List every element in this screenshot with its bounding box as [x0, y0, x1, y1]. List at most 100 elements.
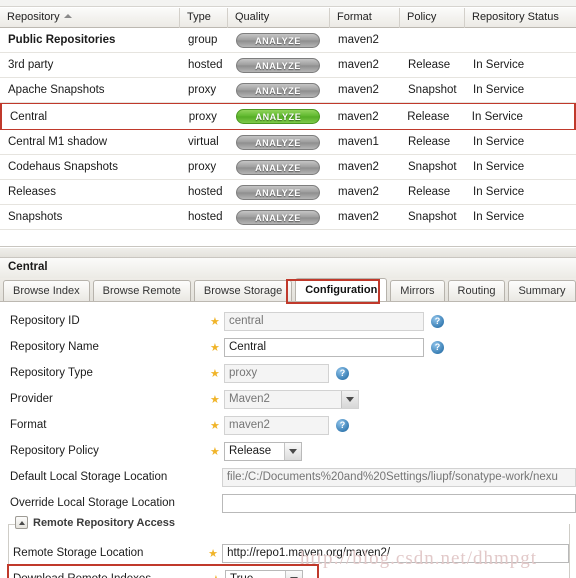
cell-policy: Snapshot	[408, 211, 457, 223]
cell-repository-status: In Service	[473, 161, 525, 173]
repository-type-input[interactable]	[224, 363, 329, 383]
cell-repository-status: In Service	[473, 84, 525, 96]
column-header-format[interactable]: Format	[330, 8, 400, 28]
tab-browse-remote[interactable]: Browse Remote	[92, 280, 191, 301]
cell-policy: Snapshot	[408, 161, 457, 173]
cell-type: hosted	[188, 186, 223, 198]
help-icon[interactable]: ?	[431, 314, 444, 328]
cell-repository-status: In Service	[473, 136, 525, 148]
detail-tabbar: Browse Index Browse Remote Browse Storage C…	[0, 278, 576, 304]
table-row[interactable]: Public Repositories group ANALYZE maven2	[0, 28, 576, 53]
repository-grid-filler	[0, 230, 576, 246]
repository-policy-select[interactable]	[224, 441, 302, 461]
tab-browse-index[interactable]: Browse Index	[3, 280, 90, 301]
cell-format: maven2	[338, 34, 379, 46]
cell-policy: Release	[408, 59, 451, 71]
cell-repository-status: In Service	[473, 59, 525, 71]
label-repository-policy: Repository Policy	[10, 445, 99, 457]
cell-type: proxy	[188, 84, 217, 96]
label-repository-id: Repository ID	[10, 315, 80, 327]
analyze-button[interactable]: ANALYZE	[236, 109, 321, 124]
tab-configuration[interactable]: Configuration	[295, 278, 388, 301]
cell-policy: Release	[408, 186, 451, 198]
override-local-storage-input[interactable]	[221, 493, 576, 513]
required-star-icon: ★	[210, 445, 220, 458]
cell-format: maven2	[337, 110, 379, 123]
analyze-button[interactable]: ANALYZE	[236, 57, 320, 73]
field-row-repository-type: Repository Type ★ ?	[0, 360, 576, 386]
remote-repository-access-legend-label: Remote Repository Access	[33, 516, 176, 529]
configuration-form: Repository ID ★ ? Repository Name ★ ? Re…	[0, 302, 576, 578]
chevron-down-icon[interactable]	[284, 442, 301, 460]
cell-format: maven2	[338, 59, 379, 71]
default-local-storage-input[interactable]	[221, 467, 576, 487]
field-row-provider: Provider ★	[0, 386, 576, 412]
required-star-icon: ★	[210, 367, 220, 380]
tab-browse-storage[interactable]: Browse Storage	[193, 280, 293, 301]
field-row-repository-name: Repository Name ★ ?	[0, 334, 576, 360]
analyze-button[interactable]: ANALYZE	[236, 159, 320, 175]
table-row[interactable]: Snapshots hosted ANALYZE maven2 Snapshot In S…	[0, 205, 576, 230]
collapse-toggle-icon[interactable]	[15, 516, 28, 529]
cell-policy: Release	[408, 136, 451, 148]
table-row[interactable]: Apache Snapshots proxy ANALYZE maven2 Snapsh…	[0, 78, 576, 103]
cell-format: maven1	[338, 136, 379, 148]
analyze-button[interactable]: ANALYZE	[236, 134, 320, 150]
repository-grid-header: Repository Type Quality Format Policy Re…	[0, 7, 576, 28]
cell-format: maven2	[338, 84, 379, 96]
provider-input[interactable]	[224, 389, 359, 409]
cell-quality: ANALYZE	[228, 82, 330, 98]
cell-repository: Releases	[8, 186, 56, 198]
download-remote-indexes-select[interactable]	[225, 569, 303, 578]
chevron-down-icon[interactable]	[285, 570, 302, 578]
cell-repository: Apache Snapshots	[8, 84, 105, 96]
required-star-icon: ★	[210, 393, 220, 406]
column-header-type[interactable]: Type	[180, 8, 228, 28]
cell-policy: Snapshot	[408, 84, 457, 96]
help-icon[interactable]: ?	[431, 340, 444, 354]
tab-summary[interactable]: Summary	[508, 280, 576, 301]
provider-select[interactable]	[224, 389, 359, 409]
nexus-repository-admin-screen: Repository Type Quality Format Policy Re…	[0, 0, 576, 578]
help-icon[interactable]: ?	[336, 366, 349, 380]
tab-mirrors[interactable]: Mirrors	[390, 280, 445, 301]
cell-repository: 3rd party	[8, 59, 54, 71]
field-row-override-local-storage: Override Local Storage Location	[0, 490, 576, 516]
analyze-button[interactable]: ANALYZE	[236, 184, 320, 200]
tab-routing[interactable]: Routing	[447, 280, 506, 301]
repository-name-input[interactable]	[224, 337, 424, 357]
table-row[interactable]: 3rd party hosted ANALYZE maven2 Release In Se…	[0, 53, 576, 78]
table-row[interactable]: Codehaus Snapshots proxy ANALYZE maven2 Snap…	[0, 155, 576, 180]
table-row[interactable]: Central M1 shadow virtual ANALYZE maven1 Rel…	[0, 130, 576, 155]
label-format: Format	[10, 419, 47, 431]
cell-repository: Snapshots	[8, 211, 63, 223]
required-star-icon: ★	[210, 315, 220, 328]
remote-storage-location-input[interactable]	[222, 543, 569, 563]
cell-type: hosted	[188, 59, 223, 71]
column-header-repository[interactable]: Repository	[0, 8, 180, 28]
chevron-down-icon[interactable]	[341, 390, 358, 408]
format-input[interactable]	[224, 415, 329, 435]
table-row[interactable]: Central proxy ANALYZE maven2 Release In Servi…	[0, 103, 576, 130]
cell-quality: ANALYZE	[228, 32, 330, 48]
cell-repository: Public Repositories	[8, 34, 116, 46]
help-icon[interactable]: ?	[336, 418, 349, 432]
remote-repository-access-fieldset: Remote Repository Access Remote Storage …	[7, 516, 570, 578]
panel-splitter[interactable]	[0, 247, 576, 258]
required-star-icon: ★	[211, 573, 225, 578]
field-row-remote-storage-location: Remote Storage Location ★	[9, 540, 569, 566]
analyze-button[interactable]: ANALYZE	[236, 209, 320, 225]
window-top-strip	[0, 0, 576, 7]
column-header-quality[interactable]: Quality	[228, 8, 330, 28]
column-header-repository-status[interactable]: Repository Status	[465, 8, 576, 28]
label-provider: Provider	[10, 393, 53, 405]
field-row-download-remote-indexes: Download Remote Indexes ★	[7, 564, 319, 578]
repository-id-input[interactable]	[224, 311, 424, 331]
analyze-button[interactable]: ANALYZE	[236, 32, 320, 48]
analyze-button[interactable]: ANALYZE	[236, 82, 320, 98]
label-download-remote-indexes: Download Remote Indexes	[13, 573, 211, 578]
field-row-repository-policy: Repository Policy ★	[0, 438, 576, 464]
detail-panel-title: Central	[0, 258, 576, 278]
table-row[interactable]: Releases hosted ANALYZE maven2 Release In Ser…	[0, 180, 576, 205]
column-header-policy[interactable]: Policy	[400, 8, 465, 28]
